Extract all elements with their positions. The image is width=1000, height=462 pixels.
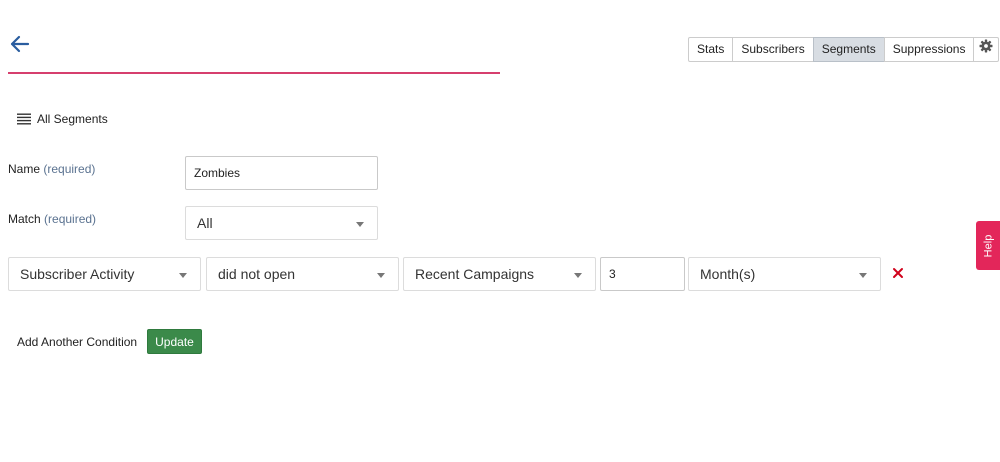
section-tabs: Stats Subscribers Segments Suppressions (688, 37, 1000, 62)
tab-stats[interactable]: Stats (688, 37, 734, 62)
name-input[interactable] (185, 156, 378, 190)
condition-operator-select[interactable]: did not open (206, 257, 399, 291)
condition-field-select[interactable]: Subscriber Activity (8, 257, 201, 291)
chevron-down-icon (377, 272, 385, 278)
match-select[interactable]: All (185, 206, 378, 240)
match-label: Match (required) (8, 212, 97, 226)
name-label: Name (required) (8, 162, 96, 176)
remove-condition-close-icon[interactable] (891, 266, 905, 280)
add-another-condition-link[interactable]: Add Another Condition (17, 335, 137, 349)
chevron-down-icon (179, 272, 187, 278)
tab-subscribers[interactable]: Subscribers (732, 37, 814, 62)
all-segments-link[interactable]: All Segments (17, 112, 108, 126)
help-label: Help (982, 234, 994, 257)
tab-suppressions[interactable]: Suppressions (883, 37, 975, 62)
chevron-down-icon (859, 272, 867, 278)
condition-target-select[interactable]: Recent Campaigns (403, 257, 596, 291)
title-underline (8, 72, 500, 74)
gear-icon (979, 38, 993, 61)
settings-button[interactable] (973, 37, 1000, 62)
chevron-down-icon (574, 272, 582, 278)
hamburger-list-icon (17, 113, 31, 125)
condition-count-input[interactable] (600, 257, 685, 291)
condition-unit-select[interactable]: Month(s) (688, 257, 881, 291)
back-arrow-icon[interactable] (8, 32, 32, 56)
all-segments-label: All Segments (37, 112, 108, 126)
update-button[interactable]: Update (147, 329, 202, 354)
help-tab[interactable]: Help (976, 221, 1000, 270)
chevron-down-icon (356, 221, 364, 227)
tab-segments[interactable]: Segments (812, 37, 885, 62)
